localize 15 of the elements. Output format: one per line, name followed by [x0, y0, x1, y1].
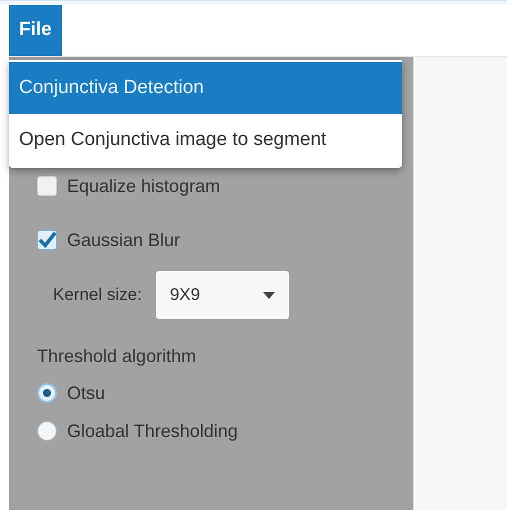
field-label: Kernel size: [53, 284, 142, 306]
menu-item[interactable]: Open Conjunctiva image to segment [9, 114, 402, 166]
file-menu[interactable]: File [9, 5, 62, 56]
radio-label: Gloabal Thresholding [67, 420, 238, 443]
radio-button[interactable] [37, 383, 57, 403]
radio-button[interactable] [37, 421, 57, 441]
checkbox-label: Gaussian Blur [67, 228, 180, 252]
menu-item[interactable]: Conjunctiva Detection [9, 62, 402, 114]
checkmark-icon [38, 231, 56, 249]
section-label: Threshold algorithm [37, 345, 198, 368]
kernel-size-dropdown[interactable]: 9X9 [156, 271, 289, 319]
caret-icon [262, 292, 275, 298]
checkbox[interactable] [37, 230, 57, 250]
checkbox-label: Equalize histogram [67, 174, 220, 198]
radio-label: Otsu [67, 382, 106, 404]
